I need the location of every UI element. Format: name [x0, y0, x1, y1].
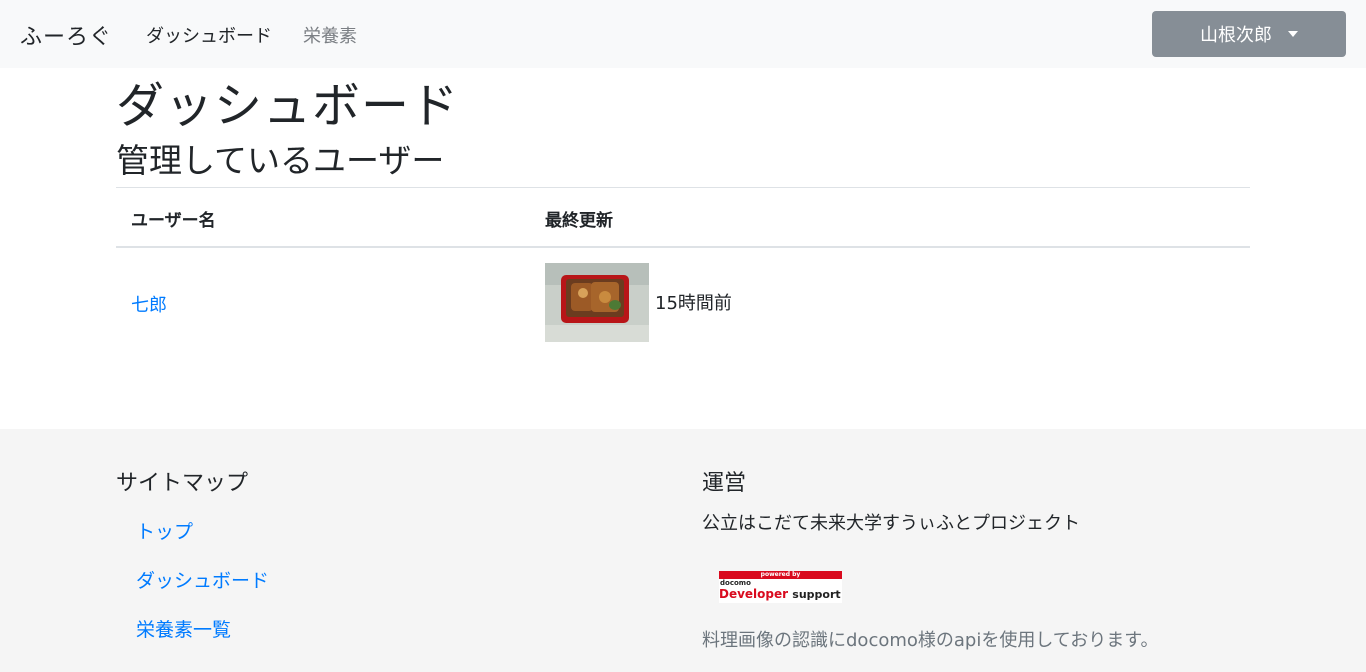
table-header: ユーザー名 最終更新	[116, 187, 1250, 248]
header-username: ユーザー名	[131, 211, 216, 231]
footer-link-dashboard[interactable]: ダッシュボード	[136, 566, 269, 593]
operator-name: 公立はこだて未来大学すうぃふとプロジェクト	[702, 513, 1080, 534]
sitemap-heading: サイトマップ	[116, 471, 249, 496]
docomo-wordmark: docomo	[720, 579, 751, 587]
nav-link-nutrients[interactable]: 栄養素	[303, 22, 357, 48]
header-last-update: 最終更新	[545, 211, 613, 231]
page-title: ダッシュボード	[116, 78, 460, 134]
caret-down-icon	[1288, 31, 1298, 37]
last-update-time: 15時間前	[655, 293, 732, 314]
footer-link-top[interactable]: トップ	[136, 517, 193, 544]
table-row: 七郎 15時間前	[116, 248, 1250, 358]
footer-link-nutrient-list[interactable]: 栄養素一覧	[136, 615, 231, 642]
docomo-powered-by: powered by	[719, 571, 842, 579]
user-menu-button[interactable]: 山根次郎	[1152, 11, 1346, 57]
nav-link-dashboard[interactable]: ダッシュボード	[146, 22, 272, 48]
food-photo-thumbnail[interactable]	[545, 263, 649, 342]
brand-logo[interactable]: ふーろぐ	[20, 19, 112, 51]
user-menu-label: 山根次郎	[1200, 25, 1272, 46]
navbar: ふーろぐ ダッシュボード 栄養素 山根次郎	[0, 0, 1366, 68]
api-notice: 料理画像の認識にdocomo様のapiを使用しております。	[702, 630, 1159, 651]
section-title: 管理しているユーザー	[116, 141, 445, 180]
docomo-support-text: support	[792, 588, 841, 601]
docomo-developer-support-logo[interactable]: powered by docomo Developer support	[719, 571, 842, 603]
user-link[interactable]: 七郎	[131, 291, 167, 317]
footer: サイトマップ トップ ダッシュボード 栄養素一覧 運営 公立はこだて未来大学すう…	[0, 429, 1366, 672]
docomo-developer-text: Developer support	[719, 587, 841, 602]
managed-users-table: ユーザー名 最終更新 七郎 15時間前	[116, 187, 1250, 358]
operator-heading: 運営	[702, 471, 747, 496]
docomo-developer-main: Developer	[719, 587, 789, 601]
